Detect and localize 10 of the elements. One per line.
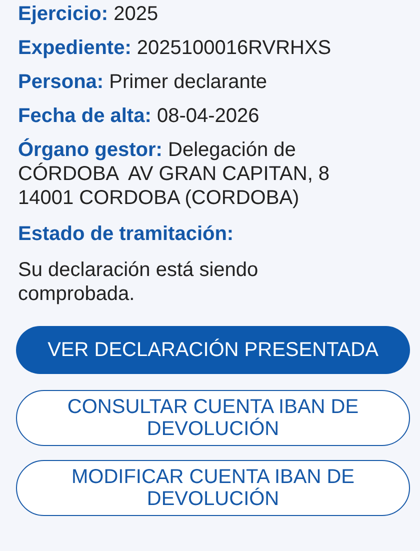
status-heading: Estado de tramitación:: [18, 222, 235, 246]
field-text: Órgano gestor: Delegación de CÓRDOBA AV GRAN CAPITAN, 8 14001 CORDOBA (CORDOBA): [18, 138, 331, 210]
field-text: Fecha de alta: 08-04-2026: [18, 104, 260, 128]
field-text: Expediente: 2025100016RVRHXS: [18, 36, 332, 60]
action-button[interactable]: MODIFICAR CUENTA IBAN DE DEVOLUCIÓN: [16, 460, 410, 516]
field-text: Ejercicio: 2025: [18, 2, 160, 26]
view-declaration-button[interactable]: VER DECLARACIÓN PRESENTADA: [16, 326, 410, 374]
action-button[interactable]: CONSULTAR CUENTA IBAN DE DEVOLUCIÓN: [16, 390, 410, 446]
field-text: Persona: Primer declarante: [18, 70, 268, 94]
status-text: Su declaración está siendo comprobada.: [18, 258, 260, 306]
